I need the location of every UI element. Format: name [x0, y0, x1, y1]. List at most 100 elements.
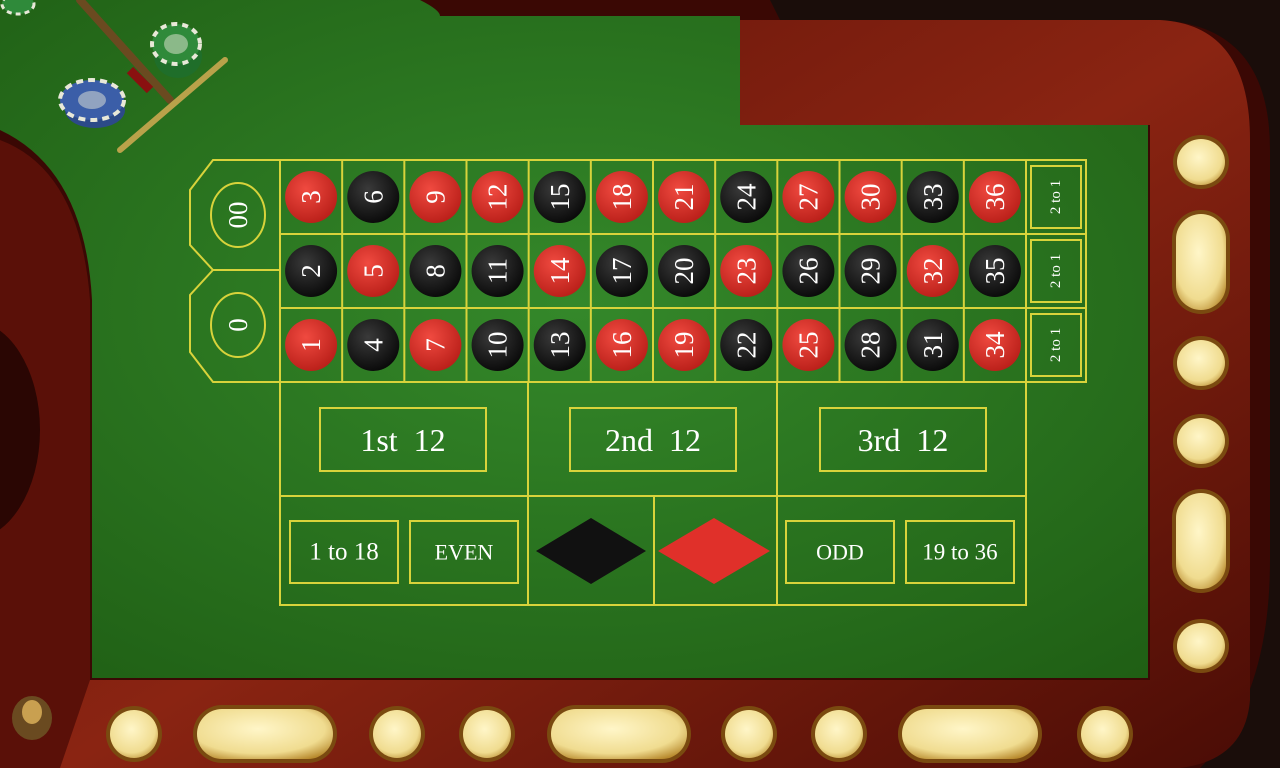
number-cell-34[interactable]: 34	[968, 319, 1021, 371]
rail-button-right-4[interactable]	[1173, 414, 1229, 468]
number-label: 17	[607, 258, 637, 285]
bet-1-to-18-label: 1 to 18	[309, 539, 378, 566]
dozen-3rd-label: 3rd 12	[858, 422, 949, 458]
green-chip-small	[0, 0, 36, 16]
number-cell-16[interactable]: 16	[595, 319, 648, 371]
roulette-table-scene: 00 0 3 6 9 12 15 18 21 24 27 30 33 362 5 8 11 14 17 20 23 2…	[0, 0, 1280, 768]
number-label: 33	[918, 184, 948, 211]
number-cell-17[interactable]: 17	[595, 245, 648, 297]
bet-even-label: EVEN	[435, 540, 494, 565]
number-label: 24	[731, 183, 761, 211]
number-cell-1[interactable]: 1	[285, 319, 338, 371]
number-label: 9	[420, 190, 450, 204]
number-cell-9[interactable]: 9	[409, 171, 462, 223]
rail-button-bottom-2[interactable]	[193, 705, 337, 763]
number-label: 28	[856, 332, 886, 359]
rail-button-bottom-7[interactable]	[811, 706, 867, 762]
dozen-2nd-label: 2nd 12	[605, 422, 701, 458]
number-label: 19	[669, 332, 699, 359]
number-label: 7	[420, 338, 450, 352]
number-label: 21	[669, 184, 699, 211]
number-cell-4[interactable]: 4	[347, 319, 400, 371]
number-cell-27[interactable]: 27	[782, 171, 835, 223]
number-cell-13[interactable]: 13	[533, 319, 586, 371]
number-label: 12	[483, 184, 513, 211]
bottom-button-row	[106, 705, 1133, 763]
number-cell-2[interactable]: 2	[285, 245, 338, 297]
number-label: 2	[296, 264, 326, 278]
number-label: 30	[856, 184, 886, 211]
number-label: 3	[296, 190, 326, 204]
number-label: 4	[358, 338, 388, 352]
number-cell-26[interactable]: 26	[782, 245, 835, 297]
number-label: 6	[358, 190, 388, 204]
column-bet-label: 2 to 1	[1048, 254, 1064, 288]
number-label: 22	[731, 332, 761, 359]
number-cell-33[interactable]: 33	[906, 171, 959, 223]
number-label: 23	[731, 258, 761, 285]
rail-button-bottom-6[interactable]	[721, 706, 777, 762]
column-bet-label: 2 to 1	[1048, 328, 1064, 362]
number-cell-3[interactable]: 3	[285, 171, 338, 223]
number-cell-25[interactable]: 25	[782, 319, 835, 371]
number-cell-32[interactable]: 32	[906, 245, 959, 297]
rail-button-right-5[interactable]	[1172, 489, 1230, 593]
number-cell-22[interactable]: 22	[720, 319, 773, 371]
rail-button-bottom-1[interactable]	[106, 706, 162, 762]
bet-19-to-36-label: 19 to 36	[922, 540, 997, 565]
number-cell-20[interactable]: 20	[658, 245, 711, 297]
number-cell-31[interactable]: 31	[906, 319, 959, 371]
number-label: 32	[918, 258, 948, 285]
number-cell-36[interactable]: 36	[968, 171, 1021, 223]
number-label: 18	[607, 184, 637, 211]
number-cell-5[interactable]: 5	[347, 245, 400, 297]
number-label: 29	[856, 258, 886, 285]
number-cell-28[interactable]: 28	[844, 319, 897, 371]
number-cell-35[interactable]: 35	[968, 245, 1021, 297]
number-label: 20	[669, 258, 699, 285]
number-label: 16	[607, 332, 637, 359]
dozen-1st-label: 1st 12	[360, 422, 445, 458]
number-label: 14	[545, 257, 575, 285]
number-label: 15	[545, 184, 575, 211]
number-label: 35	[980, 258, 1010, 285]
number-label: 31	[918, 332, 948, 359]
number-cell-30[interactable]: 30	[844, 171, 897, 223]
rail-button-right-6[interactable]	[1173, 619, 1229, 673]
number-cell-21[interactable]: 21	[658, 171, 711, 223]
number-label: 34	[980, 331, 1010, 359]
number-cell-23[interactable]: 23	[720, 245, 773, 297]
column-bet-label: 2 to 1	[1048, 180, 1064, 214]
zero-0-label: 0	[223, 318, 253, 332]
number-cell-10[interactable]: 10	[471, 319, 524, 371]
rail-button-right-1[interactable]	[1173, 135, 1229, 189]
number-cell-19[interactable]: 19	[658, 319, 711, 371]
rail-button-bottom-3[interactable]	[369, 706, 425, 762]
number-label: 26	[793, 258, 823, 285]
rail-button-bottom-9[interactable]	[1077, 706, 1133, 762]
number-cell-8[interactable]: 8	[409, 245, 462, 297]
number-cell-29[interactable]: 29	[844, 245, 897, 297]
number-cell-18[interactable]: 18	[595, 171, 648, 223]
number-label: 5	[358, 264, 388, 278]
brass-knob-icon	[12, 696, 52, 740]
number-cell-14[interactable]: 14	[533, 245, 586, 297]
number-cell-11[interactable]: 11	[471, 245, 524, 297]
rail-button-bottom-5[interactable]	[547, 705, 691, 763]
green-chip-stack[interactable]	[150, 22, 202, 78]
number-cell-6[interactable]: 6	[347, 171, 400, 223]
number-cell-12[interactable]: 12	[471, 171, 524, 223]
number-label: 8	[420, 264, 450, 278]
number-cell-7[interactable]: 7	[409, 319, 462, 371]
number-cell-15[interactable]: 15	[533, 171, 586, 223]
number-label: 13	[545, 332, 575, 359]
rail-button-bottom-8[interactable]	[898, 705, 1042, 763]
bet-odd-label: ODD	[816, 540, 864, 565]
rail-button-bottom-4[interactable]	[459, 706, 515, 762]
rail-button-right-2[interactable]	[1172, 210, 1230, 314]
number-label: 11	[483, 258, 513, 284]
number-cell-24[interactable]: 24	[720, 171, 773, 223]
number-label: 1	[296, 338, 326, 352]
number-label: 10	[483, 332, 513, 359]
rail-button-right-3[interactable]	[1173, 336, 1229, 390]
